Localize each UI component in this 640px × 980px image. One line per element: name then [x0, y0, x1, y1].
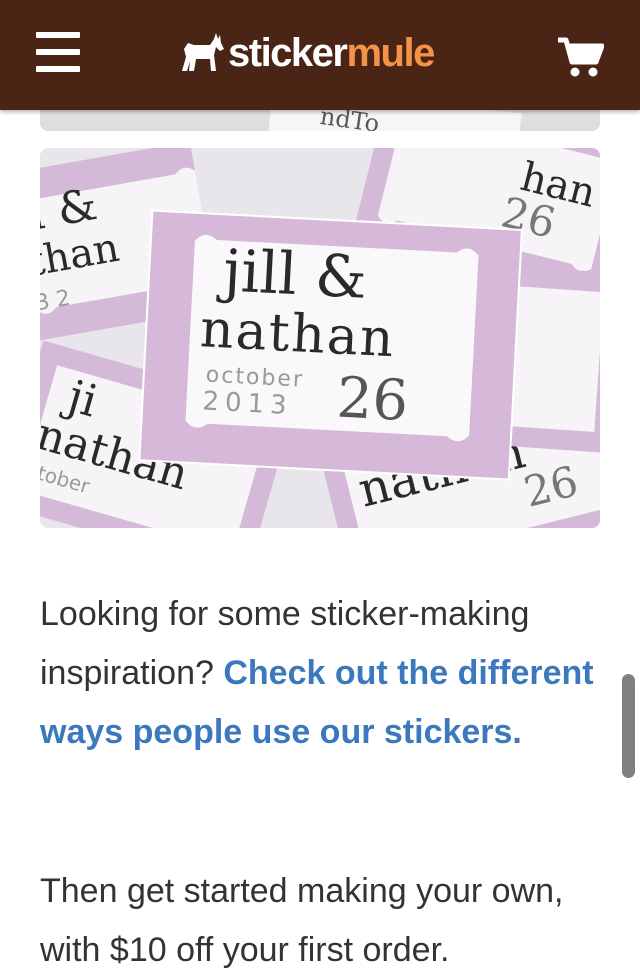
wedding-sticker-image: l & than 3 2 han 26 ji nathan ctober nat… — [40, 148, 600, 528]
scrollbar-thumb[interactable] — [622, 674, 635, 778]
site-header: stickermule — [0, 0, 640, 110]
get-started-paragraph: Then get started making your own, with $… — [40, 872, 564, 969]
brand-name-sticker: sticker — [228, 31, 348, 75]
hamburger-menu-icon[interactable] — [36, 32, 82, 74]
mule-icon — [182, 33, 224, 71]
sticker-day: 26 — [335, 365, 410, 434]
shopping-cart-icon[interactable] — [556, 36, 605, 78]
brand-logo[interactable]: stickermule — [180, 28, 435, 78]
sticker-year: 2013 — [202, 386, 294, 421]
inspiration-paragraph: Looking for some sticker-making inspirat… — [40, 585, 600, 762]
sticker-names-line2: nathan — [199, 299, 397, 369]
brand-name-mule: mule — [346, 31, 435, 75]
